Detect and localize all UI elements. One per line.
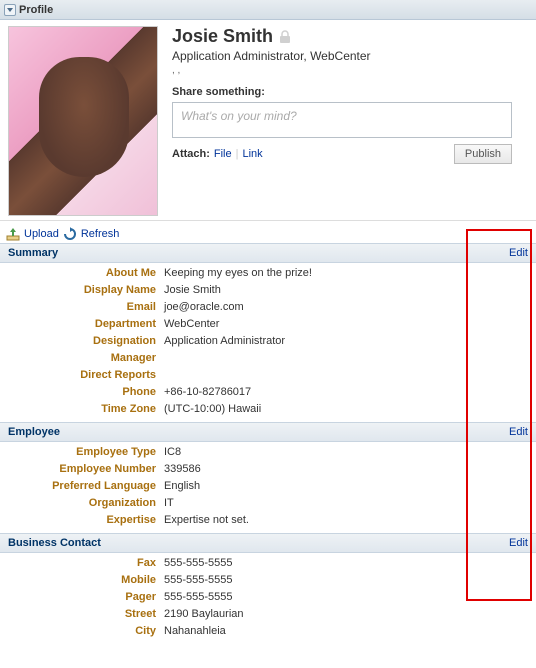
person-name: Josie Smith [172, 26, 273, 47]
business-edit-link[interactable]: Edit [509, 537, 528, 549]
expertise-label: Expertise [0, 513, 160, 528]
disclosure-toggle-icon[interactable] [4, 4, 16, 16]
pager-label: Pager [0, 590, 160, 605]
timezone-label: Time Zone [0, 402, 160, 417]
refresh-link[interactable]: Refresh [81, 228, 120, 240]
pager-value: 555-555-5555 [160, 590, 536, 605]
attach-label: Attach: [172, 148, 210, 160]
preferred-language-value: English [160, 479, 536, 494]
manager-label: Manager [0, 351, 160, 366]
department-value: WebCenter [160, 317, 536, 332]
photo-toolbar: Upload Refresh [0, 221, 536, 243]
panel-header: Profile [0, 0, 536, 20]
timezone-value: (UTC-10:00) Hawaii [160, 402, 536, 417]
employee-number-value: 339586 [160, 462, 536, 477]
employee-title: Employee [8, 426, 60, 438]
share-label: Share something: [172, 86, 528, 98]
profile-photo [8, 26, 158, 216]
designation-value: Application Administrator [160, 334, 536, 349]
manager-value [160, 351, 536, 366]
attach-separator: | [236, 148, 239, 160]
business-body: Fax555-555-5555 Mobile555-555-5555 Pager… [0, 553, 536, 644]
phone-value: +86-10-82786017 [160, 385, 536, 400]
publish-button[interactable]: Publish [454, 144, 512, 164]
business-header: Business Contact Edit [0, 533, 536, 553]
attach-row: Attach: File | Link Publish [172, 144, 512, 164]
fax-value: 555-555-5555 [160, 556, 536, 571]
department-label: Department [0, 317, 160, 332]
lock-icon [279, 30, 291, 44]
organization-label: Organization [0, 496, 160, 511]
designation-label: Designation [0, 334, 160, 349]
fax-label: Fax [0, 556, 160, 571]
business-title: Business Contact [8, 537, 101, 549]
summary-body: About MeKeeping my eyes on the prize! Di… [0, 263, 536, 422]
city-label: City [0, 624, 160, 639]
person-role: Application Administrator, WebCenter [172, 49, 528, 63]
street-label: Street [0, 607, 160, 622]
street-value: 2190 Baylaurian [160, 607, 536, 622]
preferred-language-label: Preferred Language [0, 479, 160, 494]
employee-edit-link[interactable]: Edit [509, 426, 528, 438]
display-name-label: Display Name [0, 283, 160, 298]
phone-label: Phone [0, 385, 160, 400]
employee-header: Employee Edit [0, 422, 536, 442]
direct-reports-value [160, 368, 536, 383]
summary-edit-link[interactable]: Edit [509, 247, 528, 259]
profile-top: Josie Smith Application Administrator, W… [0, 20, 536, 221]
employee-body: Employee TypeIC8 Employee Number339586 P… [0, 442, 536, 533]
profile-top-right: Josie Smith Application Administrator, W… [158, 26, 528, 216]
panel-title: Profile [19, 4, 53, 16]
photo-face [39, 57, 129, 177]
attach-file-link[interactable]: File [214, 148, 232, 160]
about-me-label: About Me [0, 266, 160, 281]
organization-value: IT [160, 496, 536, 511]
expertise-value: Expertise not set. [160, 513, 536, 528]
upload-icon [6, 227, 20, 241]
about-me-value: Keeping my eyes on the prize! [160, 266, 536, 281]
upload-link[interactable]: Upload [24, 228, 59, 240]
mobile-label: Mobile [0, 573, 160, 588]
summary-header: Summary Edit [0, 243, 536, 263]
display-name-value: Josie Smith [160, 283, 536, 298]
refresh-icon [63, 227, 77, 241]
share-input[interactable]: What's on your mind? [172, 102, 512, 138]
employee-type-value: IC8 [160, 445, 536, 460]
mobile-value: 555-555-5555 [160, 573, 536, 588]
employee-type-label: Employee Type [0, 445, 160, 460]
attach-link-link[interactable]: Link [242, 148, 262, 160]
summary-title: Summary [8, 247, 58, 259]
email-label: Email [0, 300, 160, 315]
employee-number-label: Employee Number [0, 462, 160, 477]
email-value: joe@oracle.com [160, 300, 536, 315]
direct-reports-label: Direct Reports [0, 368, 160, 383]
city-value: Nahanahleia [160, 624, 536, 639]
person-dots: , , [172, 65, 528, 76]
